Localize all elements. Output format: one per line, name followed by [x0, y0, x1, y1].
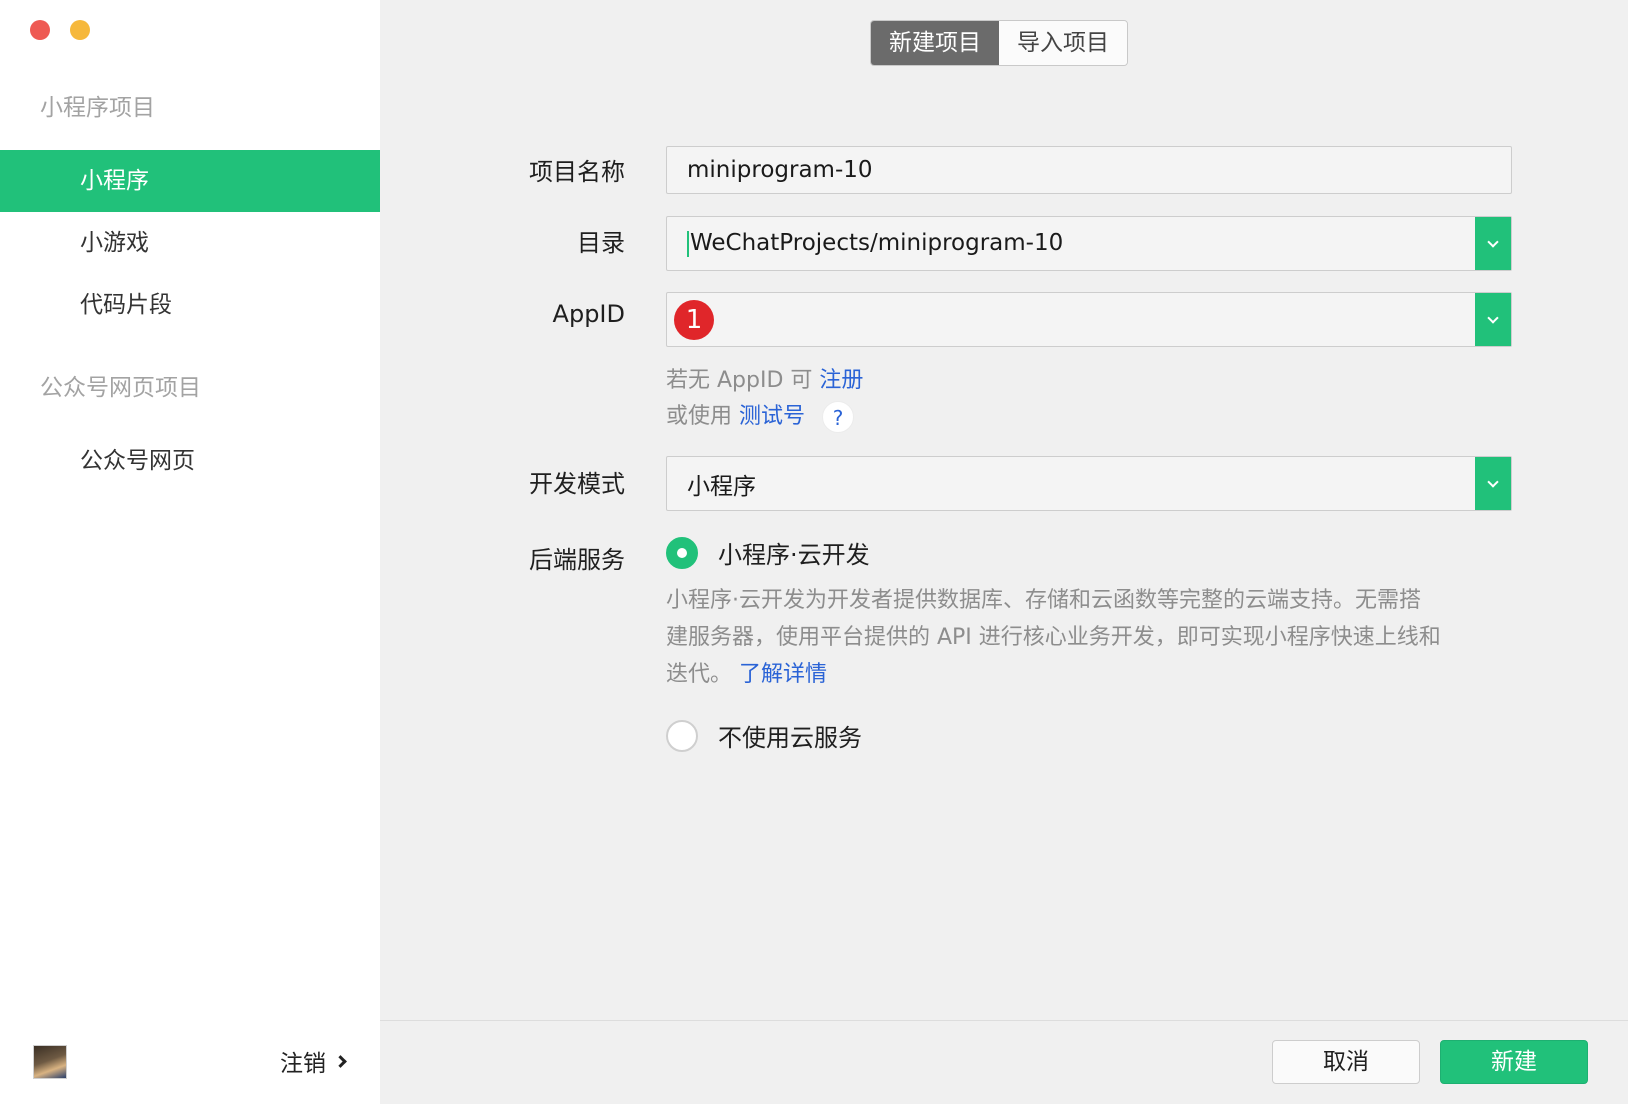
minimize-window-button[interactable] [70, 20, 90, 40]
avatar[interactable] [33, 1045, 67, 1079]
appid-test-hint: 或使用 测试号 ? [666, 398, 855, 433]
logout-button[interactable]: 注销 [280, 1044, 347, 1078]
directory-value: WeChatProjects/miniprogram-10 [690, 230, 1064, 257]
dev-mode-select[interactable]: 小程序 [666, 456, 1512, 511]
dev-mode-value: 小程序 [687, 473, 756, 500]
project-name-input[interactable]: miniprogram-10 [666, 146, 1512, 194]
directory-dropdown-button[interactable] [1475, 217, 1511, 270]
project-type-tabs: 新建项目 导入项目 [870, 20, 1128, 66]
dev-mode-label: 开发模式 [529, 470, 625, 498]
project-name-label: 项目名称 [529, 158, 625, 186]
radio-button-unchecked[interactable] [666, 719, 698, 752]
appid-dropdown-button[interactable] [1475, 293, 1511, 346]
chevron-right-icon [334, 1054, 347, 1068]
chevron-down-icon [1487, 235, 1499, 248]
chevron-down-icon [1487, 475, 1499, 488]
sidebar-item-minigame[interactable]: 小游戏 [0, 212, 380, 274]
test-account-link[interactable]: 测试号 [739, 404, 805, 429]
sidebar-item-code-snippet[interactable]: 代码片段 [0, 274, 380, 336]
group-title-official-account: 公众号网页项目 [40, 375, 201, 401]
sidebar-item-miniprogram[interactable]: 小程序 [0, 150, 380, 212]
chevron-down-icon [1487, 311, 1499, 324]
group-title-miniprogram: 小程序项目 [40, 95, 155, 121]
text-caret [687, 230, 689, 257]
radio-cloud-label: 小程序·云开发 [718, 541, 870, 569]
footer-divider [380, 1020, 1628, 1021]
appid-field[interactable]: 1 [666, 292, 1512, 347]
directory-label: 目录 [577, 229, 625, 257]
register-link[interactable]: 注册 [819, 368, 863, 393]
cloud-description: 小程序·云开发为开发者提供数据库、存储和云函数等完整的云端支持。无需搭 建服务器… [666, 588, 1441, 687]
tab-import-project[interactable]: 导入项目 [999, 21, 1127, 65]
radio-cloud-dev[interactable]: 小程序·云开发 [666, 535, 870, 570]
notification-badge: 1 [674, 299, 714, 340]
radio-no-cloud-label: 不使用云服务 [718, 724, 862, 752]
sidebar: 小程序项目 小程序 小游戏 代码片段 公众号网页项目 公众号网页 注销 [0, 0, 380, 1104]
project-name-value: miniprogram-10 [687, 157, 873, 183]
create-button[interactable]: 新建 [1440, 1040, 1588, 1084]
directory-field[interactable]: WeChatProjects/miniprogram-10 [666, 216, 1512, 271]
close-window-button[interactable] [30, 20, 50, 40]
radio-no-cloud[interactable]: 不使用云服务 [666, 718, 862, 753]
radio-button-checked[interactable] [666, 536, 698, 569]
help-icon[interactable]: ? [822, 401, 855, 433]
backend-label: 后端服务 [529, 546, 625, 574]
dev-mode-dropdown-button[interactable] [1475, 457, 1511, 510]
appid-label: AppID [552, 300, 625, 328]
learn-more-link[interactable]: 了解详情 [739, 662, 827, 687]
logout-label: 注销 [280, 1051, 326, 1077]
tab-new-project[interactable]: 新建项目 [871, 21, 999, 65]
main-panel: 新建项目 导入项目 项目名称 miniprogram-10 目录 WeChatP… [380, 0, 1628, 1104]
cancel-button[interactable]: 取消 [1272, 1040, 1420, 1084]
appid-register-hint: 若无 AppID 可 注册 [666, 368, 864, 393]
sidebar-item-official-account-web[interactable]: 公众号网页 [0, 430, 380, 492]
